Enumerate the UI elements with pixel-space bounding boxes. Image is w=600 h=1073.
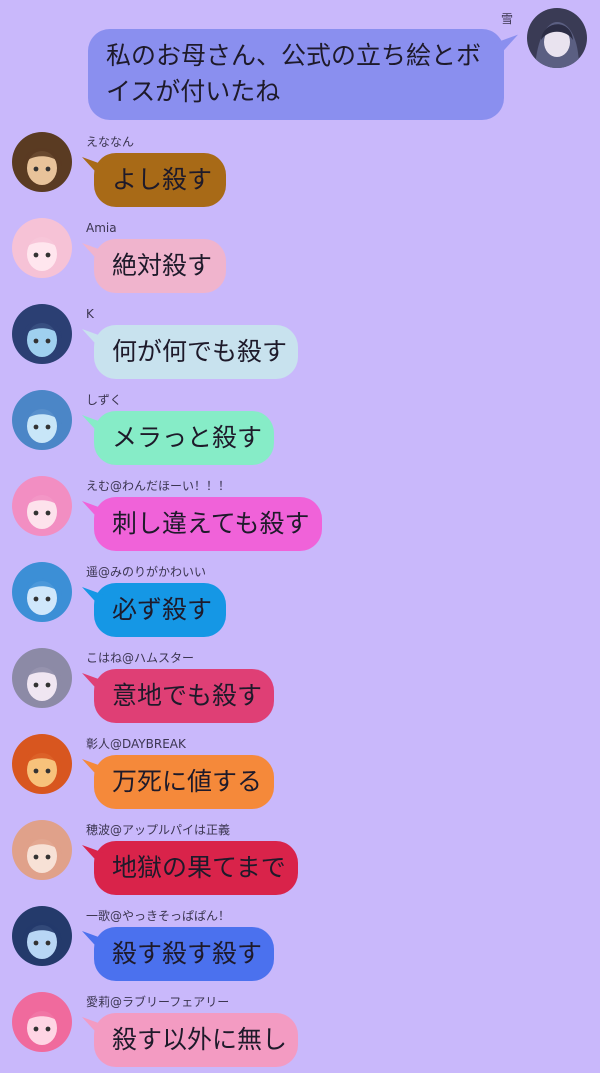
sender-name: えななん bbox=[86, 135, 135, 149]
self-message-bubble[interactable]: 私のお母さん、公式の立ち絵とボイスが付いたね bbox=[88, 29, 504, 120]
avatar[interactable] bbox=[12, 992, 72, 1052]
message-text: 地獄の果てまで bbox=[112, 853, 286, 882]
avatar-image bbox=[12, 820, 72, 880]
avatar-image bbox=[12, 390, 72, 450]
message-bubble[interactable]: 刺し違えても殺す bbox=[94, 497, 322, 551]
avatar-image bbox=[12, 734, 72, 794]
message-text: 絶対殺す bbox=[112, 251, 213, 280]
avatar-image bbox=[12, 218, 72, 278]
avatar-self[interactable] bbox=[527, 8, 587, 68]
avatar[interactable] bbox=[12, 218, 72, 278]
avatar-image bbox=[12, 648, 72, 708]
message-bubble[interactable]: メラっと殺す bbox=[94, 411, 274, 465]
message-bubble[interactable]: 殺す以外に無し bbox=[94, 1013, 298, 1067]
message-text: 何が何でも殺す bbox=[112, 337, 288, 366]
self-sender-name: 雪 bbox=[501, 12, 514, 26]
sender-name: 彰人@DAYBREAK bbox=[86, 737, 186, 751]
message-text: 意地でも殺す bbox=[112, 681, 263, 710]
avatar-image bbox=[527, 8, 587, 68]
message-bubble[interactable]: よし殺す bbox=[94, 153, 226, 207]
message-bubble[interactable]: 地獄の果てまで bbox=[94, 841, 298, 895]
message-text: 刺し違えても殺す bbox=[112, 509, 310, 538]
self-message-text: 私のお母さん、公式の立ち絵とボイスが付いたね bbox=[106, 41, 482, 106]
sender-name: 愛莉@ラブリーフェアリー bbox=[86, 995, 230, 1009]
avatar[interactable] bbox=[12, 648, 72, 708]
avatar-image bbox=[12, 132, 72, 192]
message-text: 万死に値する bbox=[112, 767, 263, 796]
sender-name: しずく bbox=[86, 393, 122, 407]
avatar-image bbox=[12, 992, 72, 1052]
avatar[interactable] bbox=[12, 906, 72, 966]
message-bubble[interactable]: 何が何でも殺す bbox=[94, 325, 298, 379]
message-text: メラっと殺す bbox=[112, 423, 263, 452]
avatar-image bbox=[12, 562, 72, 622]
sender-name: Amia bbox=[86, 221, 117, 235]
avatar[interactable] bbox=[12, 476, 72, 536]
message-text: 殺す以外に無し bbox=[112, 1025, 288, 1054]
avatar-image bbox=[12, 476, 72, 536]
avatar[interactable] bbox=[12, 734, 72, 794]
sender-name: 遥@みのりがかわいい bbox=[86, 565, 207, 579]
message-bubble[interactable]: 必ず殺す bbox=[94, 583, 226, 637]
message-bubble[interactable]: 意地でも殺す bbox=[94, 669, 274, 723]
avatar[interactable] bbox=[12, 562, 72, 622]
avatar-image bbox=[12, 304, 72, 364]
avatar[interactable] bbox=[12, 304, 72, 364]
message-bubble[interactable]: 万死に値する bbox=[94, 755, 274, 809]
sender-name: 穂波@アップルパイは正義 bbox=[86, 823, 231, 837]
sender-name: K bbox=[86, 307, 94, 321]
message-bubble[interactable]: 殺す殺す殺す bbox=[94, 927, 274, 981]
sender-name: こはね@ハムスター bbox=[86, 651, 195, 665]
avatar[interactable] bbox=[12, 390, 72, 450]
message-bubble[interactable]: 絶対殺す bbox=[94, 239, 226, 293]
message-text: 殺す殺す殺す bbox=[112, 939, 263, 968]
sender-name: えむ@わんだほーい！！！ bbox=[86, 479, 231, 493]
message-text: 必ず殺す bbox=[112, 595, 213, 624]
avatar-image bbox=[12, 906, 72, 966]
avatar[interactable] bbox=[12, 820, 72, 880]
message-text: よし殺す bbox=[112, 165, 213, 194]
avatar[interactable] bbox=[12, 132, 72, 192]
sender-name: 一歌@やっきそっぱぱん！ bbox=[86, 909, 231, 923]
